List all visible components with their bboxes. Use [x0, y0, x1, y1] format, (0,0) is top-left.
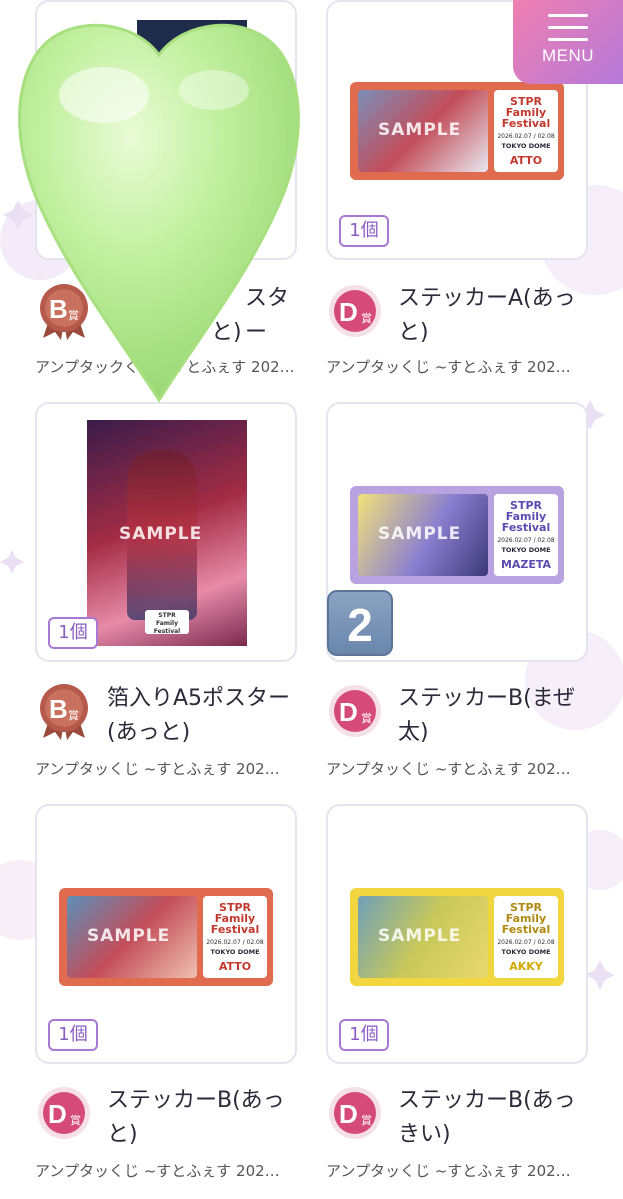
prize-d-badge: D 賞: [38, 1087, 90, 1139]
quantity-badge: 1個: [339, 1019, 389, 1051]
poster-image: SAMPLE STPR Family Festival: [87, 420, 247, 646]
item-row-5[interactable]: D 賞 ステッカーB(あっと): [35, 1084, 297, 1154]
product-card-3[interactable]: SAMPLE STPR Family Festival 1個: [35, 402, 297, 662]
svg-text:賞: 賞: [361, 712, 372, 725]
item-row-2[interactable]: D 賞 ステッカーA(あっと): [326, 282, 588, 345]
svg-text:D: D: [339, 697, 358, 727]
prize-b-badge: B 賞: [40, 684, 88, 740]
quantity-badge: 1個: [48, 617, 98, 649]
number-2-badge: 2: [327, 590, 393, 656]
item-row-6[interactable]: D 賞 ステッカーB(あっきい): [326, 1084, 588, 1154]
menu-label: MENU: [541, 46, 595, 65]
prize-d-badge: D 賞: [329, 285, 381, 337]
stub-logo: STPR Family Festival: [501, 95, 551, 130]
menu-button[interactable]: MENU: [513, 0, 623, 84]
sample-watermark: SAMPLE: [119, 524, 203, 544]
stub-member: ATTO: [218, 960, 252, 973]
svg-text:賞: 賞: [361, 1114, 372, 1127]
sticker-image: SAMPLE STPR Family Festival 2026.02.07 /…: [59, 888, 273, 986]
item-name: ステッカーA(あっと): [398, 286, 576, 345]
stub-logo: STPR Family Festival: [501, 499, 551, 534]
stub-logo: STPR Family Festival: [501, 901, 551, 936]
sample-watermark: SAMPLE: [378, 120, 462, 140]
quantity-badge: 1個: [48, 1019, 98, 1051]
item-name: ステッカーB(あっと): [107, 1088, 285, 1147]
stub-member: ATTO: [509, 154, 543, 167]
green-heart-icon: [18, 23, 300, 403]
sticker-image: SAMPLE STPR Family Festival 2026.02.07 /…: [350, 486, 564, 584]
sample-watermark: SAMPLE: [87, 926, 171, 946]
stub-logo: STPR Family Festival: [210, 901, 260, 936]
svg-text:D: D: [339, 1099, 358, 1129]
product-card-5[interactable]: SAMPLE STPR Family Festival 2026.02.07 /…: [35, 804, 297, 1064]
item-subtitle: アンプタッくじ ~すとふぇす 202…: [326, 760, 571, 778]
svg-text:D: D: [339, 297, 358, 327]
item-row-3[interactable]: B 賞 箔入りA5ポスター(あっと): [35, 682, 297, 752]
sticker-image: SAMPLE STPR Family Festival 2026.02.07 /…: [350, 82, 564, 180]
item-subtitle: アンプタッくじ ~すとふぇす 202…: [35, 760, 280, 778]
stub-member: AKKY: [509, 960, 543, 973]
hamburger-icon: [548, 14, 588, 50]
stub-date: 2026.02.07 / 02.08: [497, 537, 555, 544]
stub-date: 2026.02.07 / 02.08: [497, 939, 555, 946]
stub-venue: TOKYO DOME: [501, 142, 551, 150]
item-subtitle: アンプタッくじ ~すとふぇす 202…: [326, 358, 571, 376]
stub-member: MAZETA: [500, 558, 552, 571]
item-name: 箔入りA5ポスター(あっと): [107, 686, 291, 745]
sample-watermark: SAMPLE: [378, 926, 462, 946]
stub-venue: TOKYO DOME: [501, 546, 551, 554]
prize-d-badge: D 賞: [329, 1087, 381, 1139]
sample-watermark: SAMPLE: [378, 524, 462, 544]
stub-venue: TOKYO DOME: [210, 948, 260, 956]
svg-text:賞: 賞: [68, 709, 79, 722]
stub-date: 2026.02.07 / 02.08: [206, 939, 264, 946]
item-subtitle: アンプタッくじ ~すとふぇす 202…: [326, 1162, 571, 1180]
stub-venue: TOKYO DOME: [501, 948, 551, 956]
stub-date: 2026.02.07 / 02.08: [497, 133, 555, 140]
svg-text:D: D: [48, 1099, 67, 1129]
quantity-badge: 1個: [339, 215, 389, 247]
svg-text:賞: 賞: [361, 312, 372, 325]
item-name: ステッカーB(まぜ太): [398, 686, 576, 745]
item-name: ステッカーB(あっきい): [398, 1088, 576, 1147]
item-row-4[interactable]: D 賞 ステッカーB(まぜ太): [326, 682, 588, 752]
product-card-6[interactable]: SAMPLE STPR Family Festival 2026.02.07 /…: [326, 804, 588, 1064]
svg-text:賞: 賞: [70, 1114, 81, 1127]
sticker-image: SAMPLE STPR Family Festival 2026.02.07 /…: [350, 888, 564, 986]
svg-text:B: B: [49, 694, 68, 724]
item-subtitle: アンプタッくじ ~すとふぇす 202…: [35, 1162, 280, 1180]
prize-d-badge: D 賞: [329, 685, 381, 737]
